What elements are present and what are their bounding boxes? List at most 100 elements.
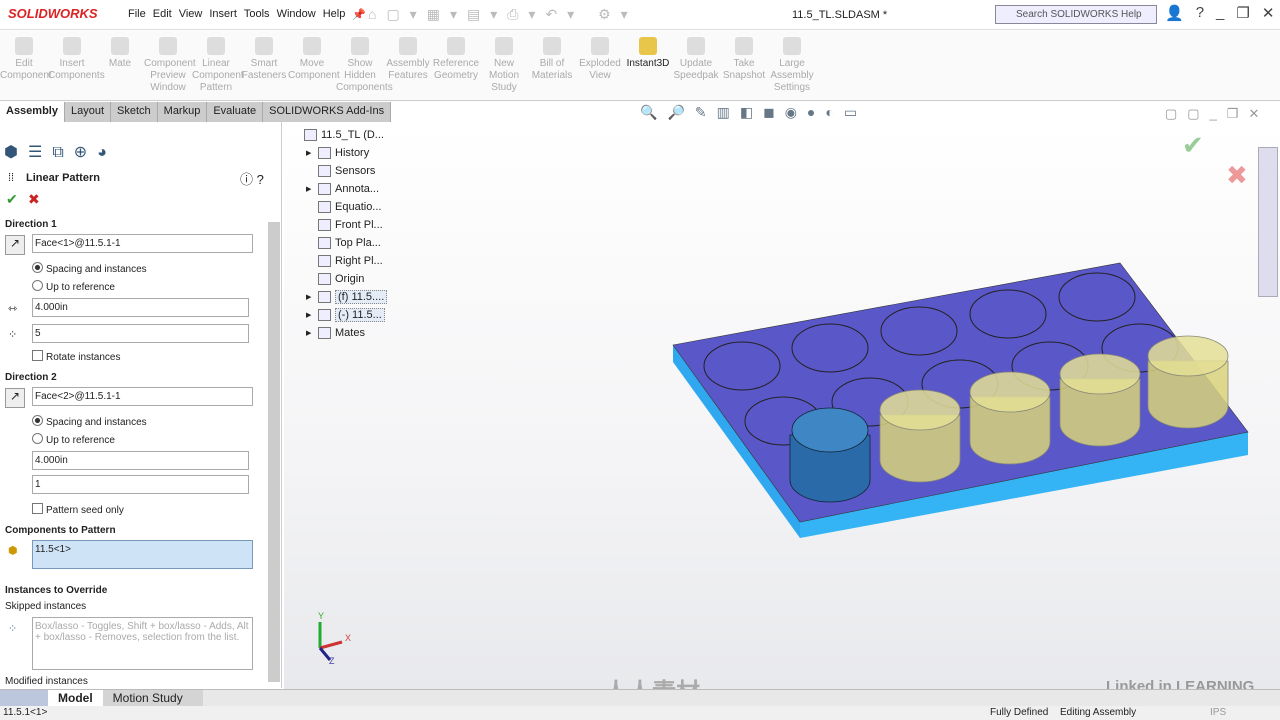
ribbon-button-take-snapshot[interactable]: Take Snapshot <box>720 31 768 100</box>
expand-icon[interactable]: ▶ <box>306 329 311 337</box>
viewport-window-controls[interactable]: ▢▢_❐✕ <box>1165 106 1269 122</box>
direction2-reference-field[interactable]: Face<2>@11.5.1-1 <box>32 387 253 406</box>
menu-tools[interactable]: Tools <box>244 8 270 21</box>
menu-file[interactable]: File <box>128 8 146 21</box>
panel-scrollbar[interactable] <box>268 222 280 682</box>
tree-item[interactable]: ▶ History <box>290 144 387 162</box>
tab-assembly[interactable]: Assembly <box>0 102 65 122</box>
direction1-spacing-field[interactable]: 4.000in <box>32 298 249 317</box>
tree-node-icon <box>304 129 317 141</box>
heads-up-view-toolbar[interactable]: 🔍 🔎 ✎ ▥ ◧ ◼ ◉ ● ◐ ▭ <box>640 104 857 121</box>
direction2-spacing-field[interactable]: 4.000in <box>32 451 249 470</box>
panel-tabs[interactable]: ⬢☰⧉⊕◕ <box>4 142 117 162</box>
search-input[interactable]: Search SOLIDWORKS Help <box>995 5 1157 24</box>
tree-item[interactable]: ▶ Mates <box>290 324 387 342</box>
ribbon-label: Bill of Materials <box>531 58 573 81</box>
ribbon-button-edit-component[interactable]: Edit Component <box>0 31 52 100</box>
tab-evaluate[interactable]: Evaluate <box>207 102 264 122</box>
direction1-upto-radio[interactable]: Up to reference <box>32 280 115 293</box>
tree-item[interactable]: ▶ Annota... <box>290 180 387 198</box>
close-button[interactable]: ✕ <box>1262 4 1275 22</box>
ribbon-button-new-motion-study[interactable]: New Motion Study <box>480 31 528 100</box>
ribbon-button-instant3d[interactable]: Instant3D <box>624 31 672 100</box>
direction1-spacing-radio[interactable]: Spacing and instances <box>32 262 147 275</box>
tab-sketch[interactable]: Sketch <box>111 102 158 122</box>
pin-icon[interactable]: 📌 <box>352 8 366 21</box>
ribbon-button-move-component[interactable]: Move Component <box>288 31 340 100</box>
ribbon-button-bill-of-materials[interactable]: Bill of Materials <box>528 31 576 100</box>
direction2-instances-field[interactable]: 1 <box>32 475 249 494</box>
ribbon-button-linear-component-pattern[interactable]: Linear Component Pattern <box>192 31 244 100</box>
help-icon[interactable]: ⓘ ? <box>240 169 264 188</box>
direction1-reference-field[interactable]: Face<1>@11.5.1-1 <box>32 234 253 253</box>
ribbon-icon <box>111 37 129 55</box>
ribbon-button-exploded-view[interactable]: Exploded View <box>576 31 624 100</box>
tree-item[interactable]: ▶ (f) 11.5.... <box>290 288 388 306</box>
direction1-reverse-icon[interactable]: ↗ <box>5 235 25 255</box>
override-header[interactable]: Instances to Override <box>5 585 107 596</box>
ribbon-button-assembly-features[interactable]: Assembly Features <box>384 31 432 100</box>
user-icon[interactable]: 👤 <box>1165 4 1184 22</box>
expand-icon[interactable]: ▶ <box>306 185 311 193</box>
components-header[interactable]: Components to Pattern <box>5 525 116 536</box>
direction2-reverse-icon[interactable]: ↗ <box>5 388 25 408</box>
tree-item[interactable]: Front Pl... <box>290 216 387 234</box>
menu-insert[interactable]: Insert <box>209 8 237 21</box>
ribbon-button-component-preview-window[interactable]: Component Preview Window <box>144 31 196 100</box>
rotate-instances-checkbox[interactable]: Rotate instances <box>32 350 121 363</box>
task-pane-tabs[interactable] <box>1258 147 1278 297</box>
help-icon[interactable]: ? <box>1196 4 1204 22</box>
tree-item[interactable]: 11.5_TL (D... <box>290 126 387 144</box>
menu-window[interactable]: Window <box>277 8 316 21</box>
tree-item[interactable]: Equatio... <box>290 198 387 216</box>
ribbon-button-smart-fasteners[interactable]: Smart Fasteners <box>240 31 288 100</box>
tab-layout[interactable]: Layout <box>64 102 112 122</box>
ribbon-button-show-hidden-components[interactable]: Show Hidden Components <box>336 31 393 100</box>
pattern-seed-only-checkbox[interactable]: Pattern seed only <box>32 503 124 516</box>
expand-icon[interactable]: ▶ <box>306 149 311 157</box>
ribbon-button-insert-components[interactable]: Insert Components <box>48 31 105 100</box>
confirm-ok-icon[interactable]: ✔ <box>1182 130 1204 161</box>
expand-icon[interactable]: ▶ <box>306 311 311 319</box>
tab-markup[interactable]: Markup <box>157 102 208 122</box>
status-units[interactable]: IPS <box>1210 707 1226 718</box>
menu-view[interactable]: View <box>179 8 203 21</box>
tree-item[interactable]: Sensors <box>290 162 387 180</box>
direction1-header[interactable]: Direction 1 <box>5 219 57 230</box>
components-list[interactable]: 11.5<1> <box>32 540 253 569</box>
tree-item-label: Annota... <box>335 183 380 195</box>
tab-scroll-buttons[interactable] <box>0 690 48 706</box>
tree-item-label: Equatio... <box>335 201 382 213</box>
confirm-cancel-icon[interactable]: ✖ <box>1226 160 1248 191</box>
status-mode: Editing Assembly <box>1060 707 1137 718</box>
cancel-button[interactable]: ✖ <box>28 191 40 208</box>
ribbon-button-large-assembly-settings[interactable]: Large Assembly Settings <box>768 31 816 100</box>
skipped-instances-list[interactable]: Box/lasso - Toggles, Shift + box/lasso -… <box>32 617 253 670</box>
menu-help[interactable]: Help <box>323 8 346 21</box>
ok-button[interactable]: ✔ <box>6 191 18 208</box>
tree-node-icon <box>318 309 331 321</box>
ribbon-icon <box>303 37 321 55</box>
tab-addins[interactable]: SOLIDWORKS Add-Ins <box>263 102 392 122</box>
appearance-icon: ● <box>806 104 816 120</box>
minimize-button[interactable]: _ <box>1216 4 1224 22</box>
ribbon-button-mate[interactable]: Mate <box>96 31 144 100</box>
tree-item[interactable]: Top Pla... <box>290 234 387 252</box>
zoom-area-icon: 🔎 <box>667 104 685 120</box>
graphics-area[interactable]: Y X Z ✔ ✖ Linked in LEARNING 人人素材 <box>284 122 1280 706</box>
tree-item[interactable]: Right Pl... <box>290 252 387 270</box>
direction2-upto-radio[interactable]: Up to reference <box>32 433 115 446</box>
tab-motion-study[interactable]: Motion Study 1 <box>102 690 203 719</box>
expand-icon[interactable]: ▶ <box>306 293 311 301</box>
ribbon-button-reference-geometry[interactable]: Reference Geometry <box>432 31 480 100</box>
menu-edit[interactable]: Edit <box>153 8 172 21</box>
tree-item[interactable]: ▶ (-) 11.5... <box>290 306 387 324</box>
tree-item-label: (-) 11.5... <box>335 308 385 322</box>
ribbon-button-update-speedpak[interactable]: Update Speedpak <box>672 31 720 100</box>
direction2-header[interactable]: Direction 2 <box>5 372 57 383</box>
tree-item[interactable]: Origin <box>290 270 387 288</box>
tab-model[interactable]: Model <box>48 690 103 706</box>
direction1-instances-field[interactable]: 5 <box>32 324 249 343</box>
restore-button[interactable]: ❐ <box>1236 4 1249 22</box>
direction2-spacing-radio[interactable]: Spacing and instances <box>32 415 147 428</box>
